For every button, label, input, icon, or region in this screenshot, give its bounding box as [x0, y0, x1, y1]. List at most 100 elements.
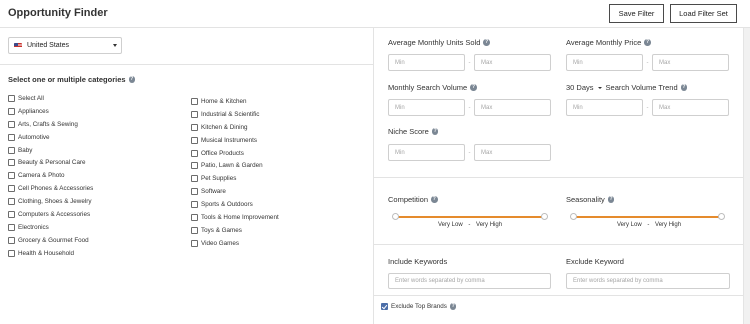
checkbox[interactable] — [8, 107, 15, 115]
save-filter-button[interactable]: Save Filter — [609, 4, 664, 23]
checkbox[interactable] — [8, 133, 15, 141]
trend-max-input[interactable]: Max — [652, 99, 729, 116]
category-musical[interactable]: Musical Instruments — [191, 134, 279, 147]
exclude-top-brands[interactable]: Exclude Top Brands ? — [381, 303, 457, 310]
help-icon[interactable]: ? — [483, 39, 490, 46]
niche-score-max-input[interactable]: Max — [474, 144, 551, 161]
checkbox[interactable] — [191, 226, 198, 234]
checkbox[interactable] — [191, 201, 198, 209]
category-toys[interactable]: Toys & Games — [191, 224, 279, 237]
category-label: Kitchen & Dining — [201, 123, 248, 131]
checkbox[interactable] — [8, 120, 15, 128]
search-volume-max-input[interactable]: Max — [474, 99, 551, 116]
exclude-keyword-input[interactable]: Enter words separated by comma — [566, 273, 730, 289]
category-pet-supplies[interactable]: Pet Supplies — [191, 172, 279, 185]
category-video-games[interactable]: Video Games — [191, 237, 279, 250]
trend-min-input[interactable]: Min — [566, 99, 643, 116]
checkbox[interactable] — [191, 149, 198, 157]
checkbox[interactable] — [191, 175, 198, 183]
slider-track[interactable] — [395, 216, 545, 218]
help-icon[interactable]: ? — [431, 196, 438, 203]
checkbox[interactable] — [8, 94, 15, 102]
category-label: Camera & Photo — [18, 172, 65, 180]
divider — [0, 64, 373, 65]
help-icon[interactable]: ? — [470, 84, 477, 91]
country-select[interactable]: United States — [8, 37, 122, 54]
niche-score-min-input[interactable]: Min — [388, 144, 465, 161]
slider-max-handle[interactable] — [718, 213, 725, 220]
seasonality-label: Seasonality ? — [566, 195, 615, 204]
search-volume-min-input[interactable]: Min — [388, 99, 465, 116]
help-icon[interactable]: ? — [644, 39, 651, 46]
slider-max-handle[interactable] — [541, 213, 548, 220]
checkbox[interactable] — [191, 97, 198, 105]
checkbox[interactable] — [8, 172, 15, 180]
category-sports[interactable]: Sports & Outdoors — [191, 198, 279, 211]
slider-min-handle[interactable] — [570, 213, 577, 220]
category-industrial[interactable]: Industrial & Scientific — [191, 108, 279, 121]
checkbox[interactable] — [8, 159, 15, 167]
help-icon[interactable]: ? — [449, 303, 457, 310]
category-cell-phones[interactable]: Cell Phones & Accessories — [8, 182, 93, 195]
checkbox[interactable] — [191, 188, 198, 196]
units-sold-label-text: Average Monthly Units Sold — [388, 38, 481, 47]
category-appliances[interactable]: Appliances — [8, 105, 93, 118]
checkbox[interactable] — [8, 210, 15, 218]
units-sold-min-input[interactable]: Min — [388, 54, 465, 71]
category-select-all[interactable]: Select All — [8, 92, 93, 105]
category-kitchen-dining[interactable]: Kitchen & Dining — [191, 121, 279, 134]
checkbox[interactable] — [8, 198, 15, 206]
category-software[interactable]: Software — [191, 185, 279, 198]
help-icon[interactable]: ? — [680, 84, 688, 91]
category-electronics[interactable]: Electronics — [8, 221, 93, 234]
include-keywords-input[interactable]: Enter words separated by comma — [388, 273, 551, 289]
help-icon[interactable]: ? — [128, 76, 136, 83]
range-separator: - — [646, 59, 649, 66]
checkbox[interactable] — [191, 123, 198, 131]
checkbox[interactable] — [191, 239, 198, 247]
load-filter-set-button[interactable]: Load Filter Set — [670, 4, 737, 23]
category-beauty[interactable]: Beauty & Personal Care — [8, 156, 93, 169]
seasonality-slider[interactable] — [570, 212, 725, 222]
scrollbar[interactable] — [743, 28, 750, 324]
checkbox[interactable] — [191, 136, 198, 144]
category-automotive[interactable]: Automotive — [8, 131, 93, 144]
category-clothing[interactable]: Clothing, Shoes & Jewelry — [8, 195, 93, 208]
competition-slider[interactable] — [392, 212, 548, 222]
category-patio[interactable]: Patio, Lawn & Garden — [191, 159, 279, 172]
price-min-input[interactable]: Min — [566, 54, 643, 71]
slider-track[interactable] — [573, 216, 722, 218]
category-arts-crafts-sewing[interactable]: Arts, Crafts & Sewing — [8, 118, 93, 131]
checkbox[interactable] — [191, 110, 198, 118]
category-computers[interactable]: Computers & Accessories — [8, 208, 93, 221]
checkbox[interactable] — [8, 146, 15, 154]
units-sold-max-input[interactable]: Max — [474, 54, 551, 71]
checkbox[interactable] — [8, 185, 15, 193]
category-tools[interactable]: Tools & Home Improvement — [191, 211, 279, 224]
category-label: Toys & Games — [201, 226, 242, 234]
help-icon[interactable]: ? — [431, 128, 439, 135]
checkbox[interactable] — [8, 249, 15, 257]
checkbox-checked[interactable] — [381, 303, 388, 310]
slider-min-handle[interactable] — [392, 213, 399, 220]
search-volume-label: Monthly Search Volume ? — [388, 83, 477, 92]
slider-range-separator: - — [468, 222, 471, 228]
price-range: Min - Max — [566, 54, 729, 71]
checkbox[interactable] — [8, 236, 15, 244]
category-health[interactable]: Health & Household — [8, 247, 93, 260]
category-grocery[interactable]: Grocery & Gourmet Food — [8, 234, 93, 247]
category-home-kitchen[interactable]: Home & Kitchen — [191, 95, 279, 108]
trend-period-select[interactable]: 30 Days — [566, 83, 594, 92]
checkbox[interactable] — [191, 162, 198, 170]
category-baby[interactable]: Baby — [8, 144, 93, 157]
checkbox[interactable] — [191, 213, 198, 221]
chevron-down-icon[interactable] — [597, 86, 602, 89]
competition-range-text: Very Low - Very High — [438, 222, 502, 228]
help-icon[interactable]: ? — [607, 196, 615, 203]
search-volume-range: Min - Max — [388, 99, 551, 116]
checkbox[interactable] — [8, 223, 15, 231]
category-label: Electronics — [18, 223, 49, 231]
category-office[interactable]: Office Products — [191, 147, 279, 160]
category-camera-photo[interactable]: Camera & Photo — [8, 169, 93, 182]
price-max-input[interactable]: Max — [652, 54, 729, 71]
